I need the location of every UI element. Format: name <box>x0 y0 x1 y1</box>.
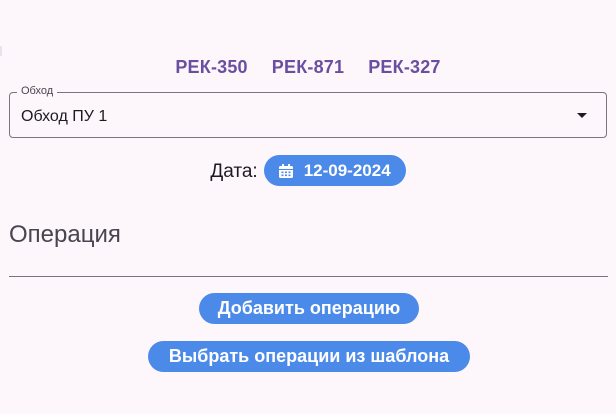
edge-marker <box>0 46 2 56</box>
obhod-select-value: Обход ПУ 1 <box>21 108 108 125</box>
page: РЕК-350 РЕК-871 РЕК-327 Обход Обход ПУ 1… <box>0 0 616 414</box>
operations-title: Операция <box>9 221 121 248</box>
tag-item[interactable]: РЕК-350 <box>175 57 247 78</box>
date-row: Дата: 12-09-2024 <box>0 155 616 186</box>
date-label: Дата: <box>210 161 258 182</box>
top-area <box>0 0 616 48</box>
obhod-select-label: Обход <box>17 85 58 97</box>
date-picker-button[interactable]: 12-09-2024 <box>263 155 406 186</box>
tag-list: РЕК-350 РЕК-871 РЕК-327 <box>0 57 616 78</box>
obhod-select[interactable]: Обход Обход ПУ 1 <box>9 85 607 138</box>
select-from-template-button[interactable]: Выбрать операции из шаблона <box>148 341 470 372</box>
tag-item[interactable]: РЕК-871 <box>272 57 344 78</box>
add-operation-button[interactable]: Добавить операцию <box>199 293 419 324</box>
date-value: 12-09-2024 <box>303 160 391 180</box>
calendar-icon <box>278 163 293 178</box>
divider <box>9 276 608 277</box>
tag-item[interactable]: РЕК-327 <box>368 57 440 78</box>
dropdown-arrow-icon <box>577 113 587 118</box>
